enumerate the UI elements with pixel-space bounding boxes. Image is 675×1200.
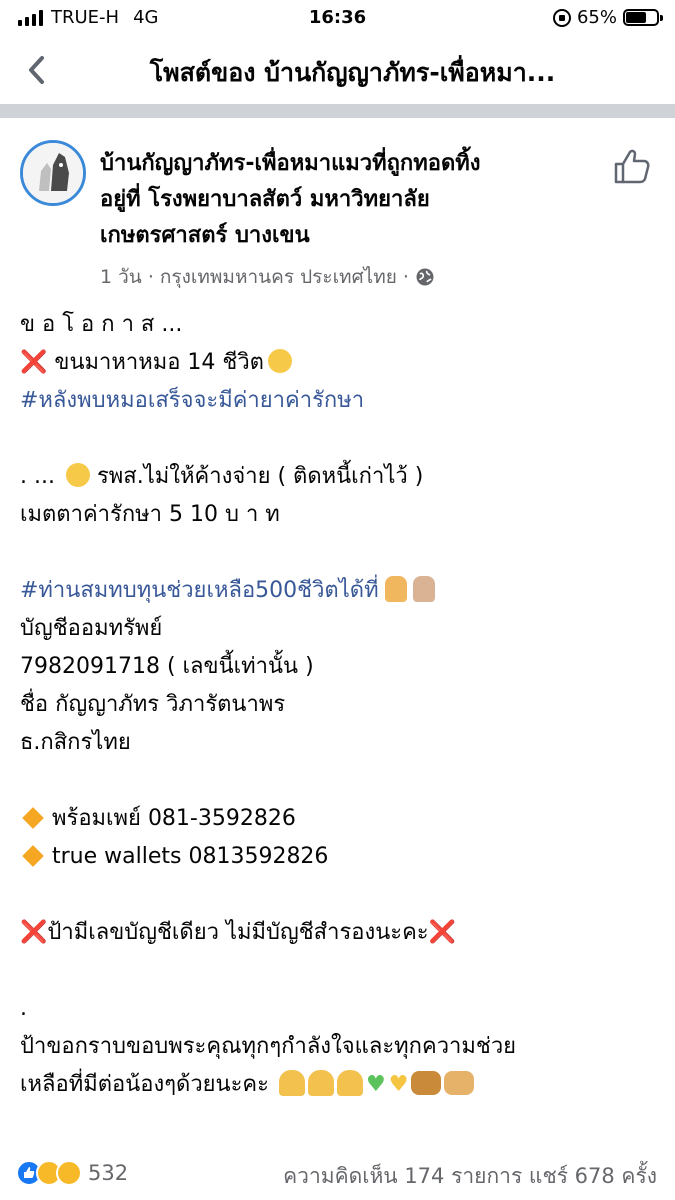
post-line: บัญชีออมทรัพย์ — [20, 610, 660, 648]
section-divider — [0, 104, 675, 118]
post-line: ป้าขอกราบขอบพระคุณทุกๆกำลังใจและทุกความช… — [20, 1028, 660, 1066]
frowning-face-icon — [65, 463, 90, 487]
post-text: . — [20, 996, 27, 1021]
post-text: เมตตาค่ารักษา 5 10 บ า ท — [20, 502, 280, 527]
cross-mark-icon: ❌ — [428, 920, 457, 945]
cat-icon — [444, 1071, 475, 1095]
author-line: เกษตรศาสตร์ บางเขน — [100, 223, 310, 248]
author-line: อยู่ที่ โรงพยาบาลสัตว์ มหาวิทยาลัย — [100, 187, 430, 212]
chevron-left-icon — [29, 56, 44, 84]
orange-diamond-icon — [22, 807, 44, 829]
post-line: 7982091718 ( เลขนี้เท่านั้น ) — [20, 648, 660, 686]
folded-hands-icon — [278, 1070, 305, 1096]
post-text: พร้อมเพย์ 081-3592826 — [52, 806, 296, 831]
post-text: รพส.ไม่ให้ค้างจ่าย ( ติดหนี้เก่าไว้ ) — [89, 464, 424, 489]
post-line: เหลือที่มีต่อน้องๆด้วยนะคะ ♥ ♥ — [20, 1066, 660, 1104]
post-line: #หลังพบหมอเสร็จจะมีค่ายาค่ารักษา — [20, 382, 660, 420]
post-line: เมตตาค่ารักษา 5 10 บ า ท — [20, 496, 660, 534]
status-bar: TRUE-H 4G 16:36 65% — [0, 0, 675, 36]
post-line: true wallets 0813592826 — [20, 838, 660, 876]
post-body: ข อ โ อ ก า ส ... ❌ ขนมาหาหมอ 14 ชีวิต #… — [20, 306, 660, 1104]
point-down-icon — [412, 576, 435, 602]
battery-fill — [626, 12, 646, 23]
yellow-heart-icon: ♥ — [388, 1072, 409, 1097]
sad-reaction-icon — [56, 1160, 82, 1186]
post-meta: 1 วัน · กรุงเทพมหานคร ประเทศไทย · — [100, 262, 435, 292]
green-heart-icon: ♥ — [365, 1072, 386, 1097]
post-text: ป้าขอกราบขอบพระคุณทุกๆกำลังใจและทุกความช… — [20, 1034, 517, 1059]
post-text: บัญชีออมทรัพย์ — [20, 616, 163, 641]
post-line: ชื่อ กัญญาภัทร วิภารัตนาพร — [20, 686, 660, 724]
post-line: ข อ โ อ ก า ส ... — [20, 306, 660, 344]
back-button[interactable] — [16, 50, 56, 90]
post-line: ธ.กสิกรไทย — [20, 724, 660, 762]
battery-percent: 65% — [576, 7, 617, 28]
comments-shares[interactable]: ความคิดเห็น 174 รายการ แชร์ 678 ครั้ง — [283, 1160, 657, 1193]
globe-icon — [416, 268, 434, 286]
author-line: บ้านกัญญาภัทร-เพื่อหมาแมวที่ถูกทอดทิ้ง — [100, 151, 481, 176]
post-text: ข อ โ อ ก า ส ... — [20, 312, 183, 337]
post-author[interactable]: บ้านกัญญาภัทร-เพื่อหมาแมวที่ถูกทอดทิ้ง อ… — [100, 146, 580, 254]
point-down-icon — [384, 576, 407, 602]
cross-mark-icon: ❌ — [20, 920, 48, 945]
avatar-image — [23, 143, 83, 203]
post-text: ป้ามีเลขบัญชีเดียว ไม่มีบัญชีสำรองนะคะ — [47, 920, 429, 945]
post-text: true wallets 0813592826 — [52, 844, 329, 869]
post-text: เหลือที่มีต่อน้องๆด้วยนะคะ — [20, 1072, 269, 1097]
reaction-count: 532 — [88, 1161, 129, 1185]
battery-icon — [623, 9, 663, 26]
cross-mark-icon: ❌ — [20, 350, 48, 375]
post-footer: 532 ความคิดเห็น 174 รายการ แชร์ 678 ครั้… — [0, 1150, 675, 1196]
cat-icon — [411, 1071, 442, 1095]
folded-hands-icon — [336, 1070, 363, 1096]
post-text: ชื่อ กัญญาภัทร วิภารัตนาพร — [20, 692, 286, 717]
post-line: #ท่านสมทบทุนช่วยเหลือ500ชีวิตได้ที่ — [20, 572, 660, 610]
pleading-face-icon — [267, 349, 292, 373]
post-line: ❌ป้ามีเลขบัญชีเดียว ไม่มีบัญชีสำรองนะคะ❌ — [20, 914, 660, 952]
orange-diamond-icon — [22, 845, 44, 867]
post-line: ❌ ขนมาหาหมอ 14 ชีวิต — [20, 344, 660, 382]
post-meta-text: 1 วัน · กรุงเทพมหานคร ประเทศไทย · — [100, 266, 409, 288]
post-line: . ... รพส.ไม่ให้ค้างจ่าย ( ติดหนี้เก่าไว… — [20, 458, 660, 496]
hashtag-link[interactable]: #ท่านสมทบทุนช่วยเหลือ500ชีวิตได้ที่ — [20, 578, 379, 603]
post-line: พร้อมเพย์ 081-3592826 — [20, 800, 660, 838]
post-text: 7982091718 ( เลขนี้เท่านั้น ) — [20, 654, 314, 679]
post-text: . ... — [20, 464, 55, 489]
folded-hands-icon — [307, 1070, 334, 1096]
post-text: ธ.กสิกรไทย — [20, 730, 131, 755]
status-right: 65% — [552, 7, 663, 28]
nav-header: โพสต์ของ บ้านกัญญาภัทร-เพื่อหมา... — [0, 36, 675, 102]
page-title: โพสต์ของ บ้านกัญญาภัทร-เพื่อหมา... — [149, 58, 556, 87]
rotation-lock-icon — [552, 8, 571, 27]
page-avatar[interactable] — [20, 140, 86, 206]
post-text: ขนมาหาหมอ 14 ชีวิต — [47, 350, 264, 375]
thumbs-up-icon[interactable] — [612, 146, 652, 186]
reaction-summary[interactable]: 532 — [16, 1160, 128, 1186]
post-line: . — [20, 990, 660, 1028]
hashtag-link[interactable]: #หลังพบหมอเสร็จจะมีค่ายาค่ารักษา — [20, 388, 364, 413]
